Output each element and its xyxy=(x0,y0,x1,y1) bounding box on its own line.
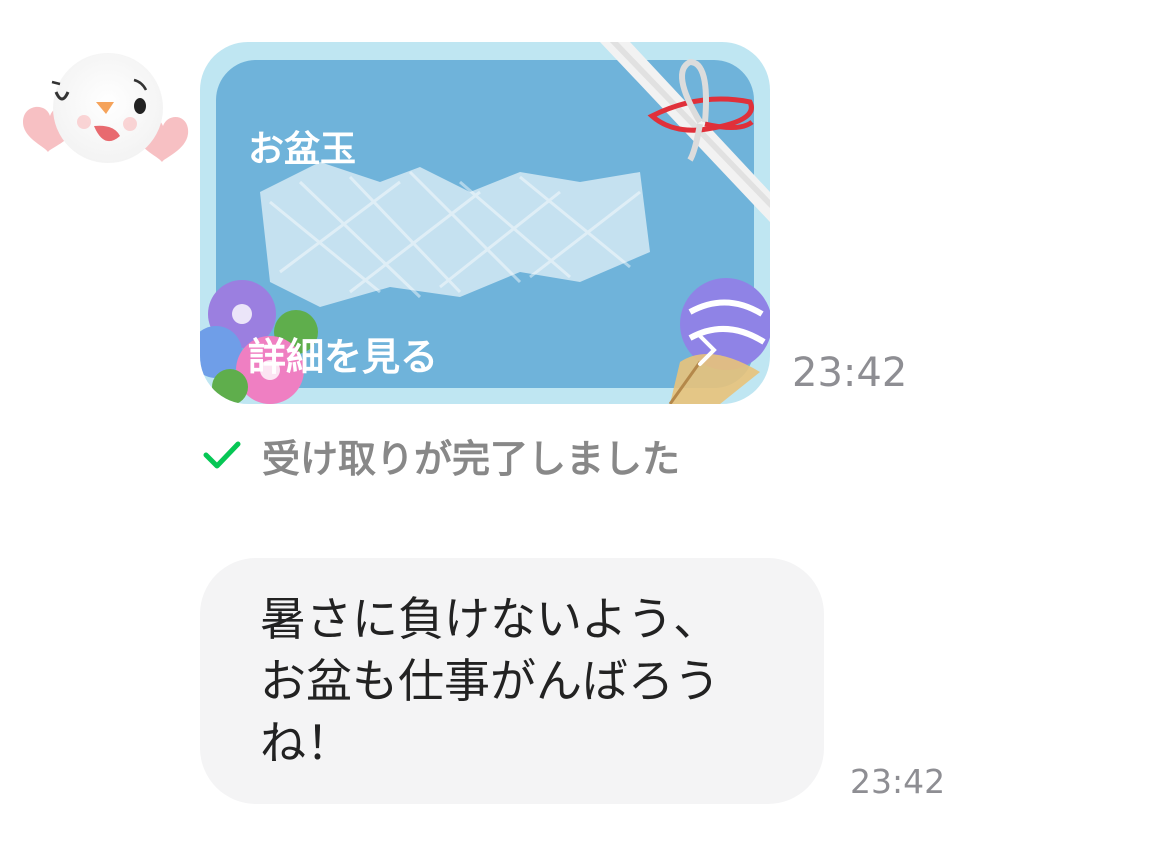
receipt-status-text: 受け取りが完了しました xyxy=(262,436,681,481)
gift-card-title: お盆玉 xyxy=(248,129,357,170)
avatar[interactable] xyxy=(18,40,193,175)
view-details-link[interactable]: 詳細を見る xyxy=(248,326,438,381)
receipt-status: 受け取りが完了しました xyxy=(200,430,681,481)
check-icon xyxy=(203,441,241,469)
gift-card-timestamp: 23:42 xyxy=(792,350,908,396)
message-text: 暑さに負けないよう、 お盆も仕事がんばろう ね！ xyxy=(260,592,720,770)
message-timestamp: 23:42 xyxy=(850,762,946,801)
message-bubble[interactable]: 暑さに負けないよう、 お盆も仕事がんばろう ね！ xyxy=(200,558,824,804)
chevron-right-icon xyxy=(698,334,717,366)
